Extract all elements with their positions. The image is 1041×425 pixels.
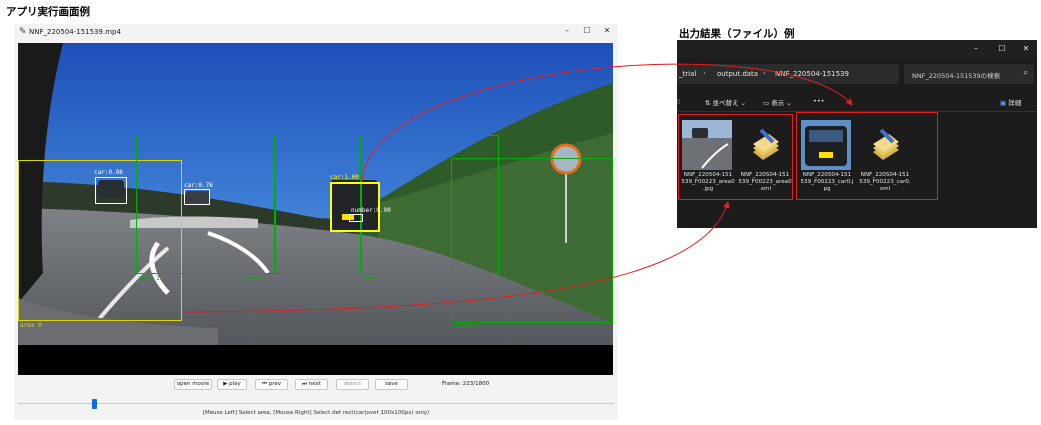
- view-button[interactable]: ▭ 表示 ⌄: [763, 97, 792, 107]
- details-pane-icon: ▣: [1000, 99, 1009, 107]
- area-box-4[interactable]: [451, 158, 613, 323]
- chevron-right-icon: ›: [703, 69, 706, 77]
- close-button[interactable]: ✕: [600, 26, 614, 35]
- breadcrumb-output-data[interactable]: output.data: [717, 70, 758, 78]
- address-bar[interactable]: _trial › output.data › NNF_220504-151539: [677, 64, 899, 84]
- car-detection-label-0: car:0.98: [94, 169, 123, 176]
- slider-track[interactable]: [18, 403, 614, 404]
- file-item[interactable]: NNF_220504-151 539_F00223_car0.j pg: [799, 120, 855, 200]
- image-thumbnail: [801, 120, 851, 170]
- view-label: 表示: [771, 99, 785, 107]
- car-detection-label-1: car:0.76: [184, 182, 213, 189]
- app-title: NNF_220504-151539.mp4: [29, 28, 121, 36]
- file-explorer-window: – ☐ ✕ _trial › output.data › NNF_220504-…: [677, 40, 1037, 228]
- more-options-button[interactable]: •••: [813, 97, 825, 105]
- area-label-0: area 0: [20, 322, 42, 329]
- toolbar-edge-icon: ▯: [677, 97, 681, 105]
- file-name: NNF_220504-151 539_F00223_area0 .jpg: [681, 172, 735, 192]
- video-frame[interactable]: area 0 area 1 area 2 area 3 area 4 car:0…: [18, 43, 613, 375]
- file-item[interactable]: NNF_220504-151 539_F00223_area0 .xml: [737, 120, 793, 200]
- area-label-1: area 1: [138, 275, 160, 282]
- explorer-toolbar: ▯ ⇅ 並べ替え ⌄ ▭ 表示 ⌄ ••• ▣ 詳細: [677, 92, 1037, 112]
- sort-button[interactable]: ⇅ 並べ替え ⌄: [705, 97, 746, 107]
- play-button[interactable]: ▶ play: [217, 379, 247, 390]
- file-item[interactable]: NNF_220504-151 539_F00223_area0 .jpg: [680, 120, 736, 200]
- xml-file-icon: [739, 120, 789, 170]
- explorer-titlebar: – ☐ ✕: [677, 40, 1037, 58]
- details-pane-button[interactable]: ▣ 詳細: [1000, 97, 1021, 107]
- car-detection-label-2: car:1.00: [330, 174, 359, 181]
- explorer-minimize-button[interactable]: –: [969, 44, 983, 53]
- open-movie-button[interactable]: open movie: [174, 379, 212, 390]
- help-text: [Mouse Left] Select area, [Mouse Right] …: [202, 410, 430, 416]
- maximize-button[interactable]: ☐: [580, 26, 594, 35]
- area-label-2: area 2: [243, 275, 265, 282]
- file-name: NNF_220504-151 539_F00223_car0. xml: [859, 172, 911, 192]
- area-label-4: area 4: [452, 323, 474, 330]
- chevron-right-icon: ›: [763, 69, 766, 77]
- frame-counter: Frame: 223/1800: [442, 381, 490, 387]
- next-button[interactable]: ⏭ next: [295, 379, 328, 390]
- chevron-down-icon: ⌄: [738, 99, 747, 107]
- frame-slider[interactable]: [18, 399, 614, 409]
- area-label-3: area 3: [361, 275, 383, 282]
- pen-icon: ✎: [19, 27, 27, 37]
- view-icon: ▭: [763, 99, 772, 107]
- search-icon: ⌕: [1023, 68, 1028, 77]
- caption-output-files: 出力結果（ファイル）例: [679, 28, 795, 40]
- breadcrumb-trial[interactable]: _trial: [679, 70, 696, 78]
- prev-button[interactable]: ⏮ prev: [255, 379, 288, 390]
- search-placeholder: NNF_220504-151539の検索: [912, 72, 1001, 80]
- explorer-maximize-button[interactable]: ☐: [995, 44, 1009, 53]
- control-bar: open movie ▶ play ⏮ prev ⏭ next detect s…: [14, 379, 618, 393]
- minimize-button[interactable]: –: [560, 26, 574, 35]
- sort-label: 並べ替え: [712, 99, 739, 107]
- xml-file-icon: [859, 120, 909, 170]
- app-titlebar: ✎ NNF_220504-151539.mp4 – ☐ ✕: [14, 24, 618, 41]
- number-detection-label: number:0.90: [351, 207, 391, 214]
- sort-icon: ⇅: [705, 99, 713, 107]
- file-name: NNF_220504-151 539_F00223_area0 .xml: [738, 172, 792, 192]
- car-detection-box-0[interactable]: [95, 177, 127, 204]
- chevron-down-icon: ⌄: [784, 99, 792, 107]
- file-item[interactable]: NNF_220504-151 539_F00223_car0. xml: [857, 120, 913, 200]
- app-window: ✎ NNF_220504-151539.mp4 – ☐ ✕ area 0 are…: [14, 24, 618, 420]
- caption-app-screen: アプリ実行画面例: [6, 6, 90, 18]
- car-detection-box-1[interactable]: [184, 189, 210, 205]
- number-detection-box[interactable]: [349, 214, 363, 222]
- search-box[interactable]: NNF_220504-151539の検索 ⌕: [904, 64, 1034, 84]
- details-label: 詳細: [1008, 99, 1022, 107]
- slider-thumb[interactable]: [92, 399, 97, 409]
- breadcrumb-current-folder[interactable]: NNF_220504-151539: [775, 70, 849, 78]
- save-button[interactable]: save: [375, 379, 408, 390]
- file-name: NNF_220504-151 539_F00223_car0.j pg: [800, 172, 854, 192]
- explorer-close-button[interactable]: ✕: [1019, 44, 1033, 53]
- detect-button[interactable]: detect: [336, 379, 369, 390]
- image-thumbnail: [682, 120, 732, 170]
